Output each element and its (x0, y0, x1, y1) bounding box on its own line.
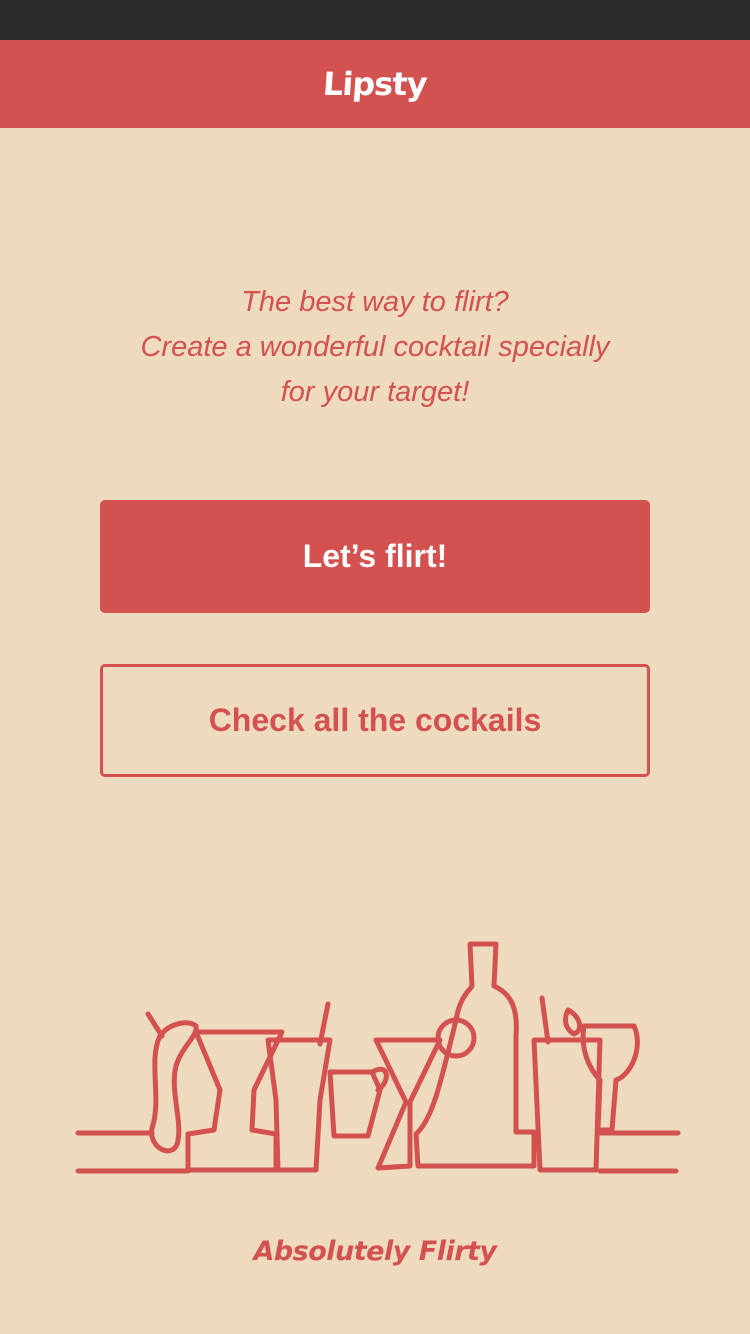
straw-icon (539, 995, 551, 1045)
status-bar (0, 0, 750, 40)
footer-slogan: Absolutely Flirty (253, 1236, 497, 1267)
martini-glass-icon (373, 1037, 443, 1171)
beer-mug-icon (327, 1069, 383, 1139)
app-logo: Lipsty (321, 65, 429, 103)
mixing-glass-icon (531, 1037, 603, 1173)
app-header: Lipsty (0, 40, 750, 128)
highball-glass-icon (265, 1037, 333, 1173)
cocktail-bar-illustration (75, 941, 681, 1174)
tagline-line: Create a wonderful cocktail specially (140, 331, 610, 363)
lets-flirt-button[interactable]: Let’s flirt! (100, 500, 650, 613)
straw-icon (145, 1011, 165, 1039)
mint-leaf-icon (563, 1007, 583, 1037)
check-all-cocktails-button[interactable]: Check all the cockails (100, 664, 650, 777)
intro-tagline: The best way to flirt? Create a wonderfu… (0, 280, 750, 415)
tagline-line: for your target! (280, 376, 470, 408)
tagline-line: The best way to flirt? (241, 286, 509, 318)
